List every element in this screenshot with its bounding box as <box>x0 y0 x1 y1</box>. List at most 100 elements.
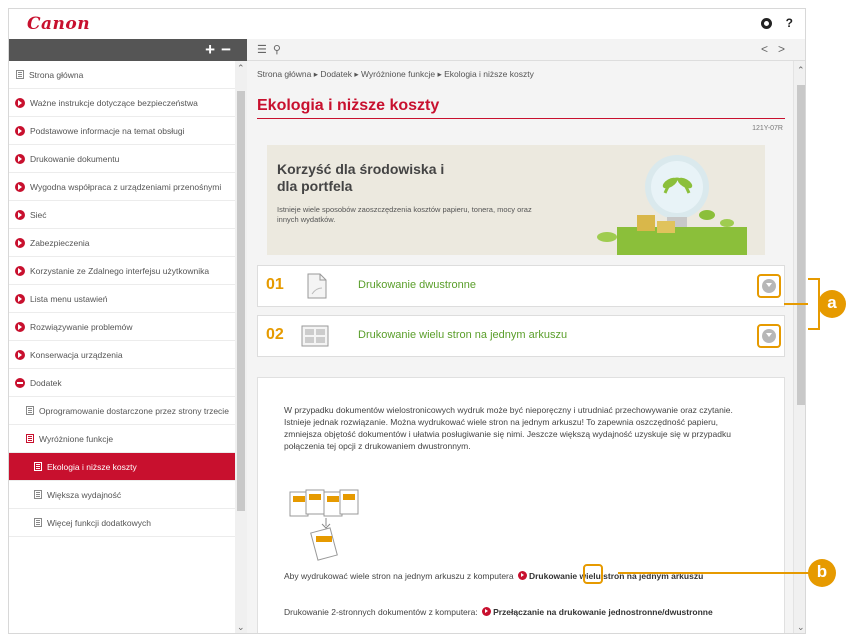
section-paragraph: W przypadku dokumentów wielostronicowych… <box>284 405 733 451</box>
canon-logo: Canon <box>27 14 91 34</box>
forward-icon[interactable]: > <box>778 42 795 56</box>
sidebar-item-label: Rozwiązywanie problemów <box>30 322 133 332</box>
page-title: Ekologia i niższe koszty <box>257 97 440 114</box>
red-arrow-icon <box>15 126 25 136</box>
banner-description: Istnieje wiele sposobów zaoszczędzenia k… <box>277 205 532 224</box>
sidebar-item-label: Wyróżnione funkcje <box>39 434 114 444</box>
section-item-01[interactable]: 01 Drukowanie dwustronne <box>257 265 785 307</box>
sidebar-item-label: Wygodna współpraca z urządzeniami przeno… <box>30 182 222 192</box>
scrollbar-thumb[interactable] <box>797 85 805 405</box>
sidebar-item-label: Zabezpieczenia <box>30 238 90 248</box>
red-arrow-icon <box>15 98 25 108</box>
link-prefix: Aby wydrukować wiele stron na jednym ark… <box>284 571 514 581</box>
sidebar-item-label: Ważne instrukcje dotyczące bezpieczeństw… <box>30 98 198 108</box>
sidebar-item-wiecej-funkcji[interactable]: Więcej funkcji dodatkowych <box>9 509 247 537</box>
red-arrow-icon <box>15 238 25 248</box>
section-item-02[interactable]: 02 Drukowanie wielu stron na jednym arku… <box>257 315 785 357</box>
section-number: 02 <box>266 326 284 343</box>
red-arrow-icon <box>15 294 25 304</box>
banner-title: Korzyść dla środowiska i dla portfela <box>277 161 444 195</box>
sidebar-item-label: Ekologia i niższe koszty <box>47 462 137 472</box>
gear-icon[interactable] <box>760 18 772 29</box>
callout-connector-b <box>618 572 818 574</box>
banner-title-line2: dla portfela <box>277 178 353 194</box>
top-icons: ? <box>760 16 793 30</box>
help-icon[interactable]: ? <box>786 16 793 30</box>
section-panel: W przypadku dokumentów wielostronicowych… <box>257 377 785 633</box>
sidebar-item-bezpieczenstwo[interactable]: Ważne instrukcje dotyczące bezpieczeństw… <box>9 89 247 117</box>
scroll-up-icon[interactable]: ⌃ <box>237 63 245 74</box>
sidebar-item-konserwacja[interactable]: Konserwacja urządzenia <box>9 341 247 369</box>
sidebar-item-label: Oprogramowanie dostarczone przez strony … <box>39 406 229 416</box>
sidebar-item-dodatek[interactable]: Dodatek <box>9 369 247 397</box>
multi-page-icon <box>301 325 329 347</box>
red-arrow-icon <box>15 154 25 164</box>
sidebar-item-siec[interactable]: Sieć <box>9 201 247 229</box>
sidebar-item-label: Podstawowe informacje na temat obsługi <box>30 126 185 136</box>
section-link-label[interactable]: Drukowanie dwustronne <box>358 279 476 291</box>
sidebar-item-zabezpieczenia[interactable]: Zabezpieczenia <box>9 229 247 257</box>
red-arrow-icon[interactable] <box>517 571 527 580</box>
expand-all-icon[interactable]: + <box>205 40 221 59</box>
callout-connector-a <box>784 303 808 305</box>
expand-highlight <box>757 324 781 348</box>
sidebar-item-label: Więcej funkcji dodatkowych <box>47 518 151 528</box>
title-divider <box>257 118 785 119</box>
sidebar-item-label: Strona główna <box>29 70 84 80</box>
sidebar-item-drukowanie[interactable]: Drukowanie dokumentu <box>9 145 247 173</box>
red-arrow-icon <box>15 322 25 332</box>
duplex-page-icon <box>307 273 327 299</box>
sidebar-item-ekologia[interactable]: Ekologia i niższe koszty <box>9 453 247 481</box>
content-toolbar: ☰⚲ <> <box>247 39 805 61</box>
sidebar-item-problemy[interactable]: Rozwiązywanie problemów <box>9 313 247 341</box>
lightbulb-plant-illustration <box>597 155 747 255</box>
sidebar-item-podstawy[interactable]: Podstawowe informacje na temat obsługi <box>9 117 247 145</box>
back-icon[interactable]: < <box>761 42 778 56</box>
sidebar-item-label: Lista menu ustawień <box>30 294 108 304</box>
callout-b: b <box>808 559 836 587</box>
sidebar-nav: Strona główna Ważne instrukcje dotyczące… <box>9 61 247 633</box>
top-bar: Canon ? <box>9 9 805 39</box>
breadcrumb[interactable]: Strona główna ▸ Dodatek ▸ Wyróżnione fun… <box>257 69 534 80</box>
expand-highlight <box>757 274 781 298</box>
sidebar-item-urzadzenia-przenosne[interactable]: Wygodna współpraca z urządzeniami przeno… <box>9 173 247 201</box>
section-number: 01 <box>266 276 284 293</box>
scroll-down-icon[interactable]: ⌄ <box>797 622 805 633</box>
content-scrollbar[interactable]: ⌃ ⌄ <box>793 61 805 633</box>
sidebar-item-label: Sieć <box>30 210 47 220</box>
section-link-label[interactable]: Drukowanie wielu stron na jednym arkuszu <box>358 329 567 341</box>
book-icon <box>26 406 34 415</box>
book-icon <box>34 462 42 471</box>
pages-illustration <box>289 489 359 561</box>
scroll-down-icon[interactable]: ⌄ <box>237 622 245 633</box>
scroll-up-icon[interactable]: ⌃ <box>797 65 805 76</box>
banner: Korzyść dla środowiska i dla portfela Is… <box>267 145 765 255</box>
scrollbar-thumb[interactable] <box>237 91 245 511</box>
red-minus-icon <box>15 378 25 388</box>
link-duplex-switch[interactable]: Przełączanie na drukowanie jednostronne/… <box>493 607 713 617</box>
document-id: 121Y-07R <box>752 125 783 132</box>
sidebar-item-strona-glowna[interactable]: Strona główna <box>9 61 247 89</box>
search-icon[interactable]: ⚲ <box>273 44 287 56</box>
sidebar-item-wydajnosc[interactable]: Większa wydajność <box>9 481 247 509</box>
sidebar-item-menu-ustawien[interactable]: Lista menu ustawień <box>9 285 247 313</box>
red-arrow-icon <box>15 182 25 192</box>
sidebar-item-label: Dodatek <box>30 378 62 388</box>
sidebar-item-zdalny-interfejs[interactable]: Korzystanie ze Zdalnego interfejsu użytk… <box>9 257 247 285</box>
red-arrow-icon[interactable] <box>482 607 492 616</box>
toc-icon[interactable]: ☰ <box>257 44 273 56</box>
callout-a: a <box>818 290 846 318</box>
red-book-icon <box>26 434 34 443</box>
collapse-all-icon[interactable]: − <box>221 40 237 59</box>
sidebar-scrollbar[interactable]: ⌃ ⌄ <box>235 61 247 633</box>
sidebar-toolbar: +− <box>9 39 247 61</box>
sidebar-item-wyroznione-funkcje[interactable]: Wyróżnione funkcje <box>9 425 247 453</box>
link-prefix: Drukowanie 2-stronnych dokumentów z komp… <box>284 607 478 617</box>
help-window: Canon ? +− Strona główna Ważne instrukcj… <box>8 8 806 634</box>
sidebar-item-oprogramowanie[interactable]: Oprogramowanie dostarczone przez strony … <box>9 397 247 425</box>
book-icon <box>34 490 42 499</box>
sidebar-item-label: Drukowanie dokumentu <box>30 154 120 164</box>
red-arrow-icon <box>15 266 25 276</box>
banner-title-line1: Korzyść dla środowiska i <box>277 161 445 177</box>
link-line-2: Drukowanie 2-stronnych dokumentów z komp… <box>284 606 764 618</box>
